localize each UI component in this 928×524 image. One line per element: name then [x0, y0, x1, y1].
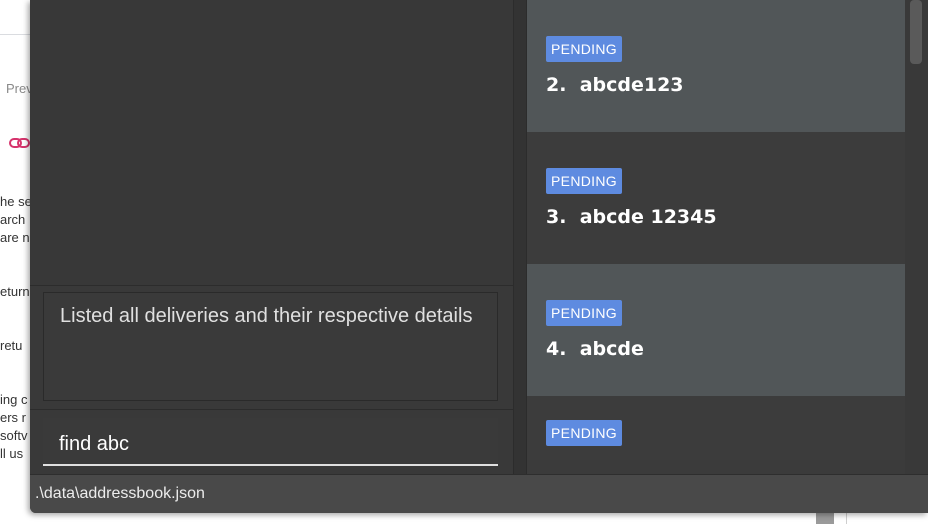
status-badge: PENDING	[546, 168, 622, 194]
scrollbar-fragment	[816, 512, 834, 524]
status-badge: PENDING	[546, 36, 622, 62]
page-text-fragment: he se	[0, 194, 32, 209]
scrollbar-thumb[interactable]	[910, 0, 922, 64]
page-text-fragment: softv	[0, 428, 28, 443]
status-badge: PENDING	[546, 300, 622, 326]
link-icon[interactable]	[9, 134, 31, 152]
main-panel	[30, 0, 513, 286]
result-display: Listed all deliveries and their respecti…	[43, 292, 498, 401]
command-input[interactable]	[43, 418, 498, 466]
status-badge: PENDING	[546, 420, 622, 446]
scrollbar[interactable]	[905, 0, 928, 474]
delivery-index: 2.	[546, 74, 567, 96]
divider	[30, 409, 513, 410]
delivery-list: PENDING 2. abcde123 PENDING 3. abcde 123…	[527, 0, 905, 460]
delivery-title: 3. abcde 12345	[546, 206, 717, 228]
list-item-delivery[interactable]: PENDING	[527, 396, 905, 460]
preview-tab-fragment[interactable]: Prev	[6, 81, 33, 96]
delivery-title: 2. abcde123	[546, 74, 684, 96]
app-window: Listed all deliveries and their respecti…	[30, 0, 928, 513]
result-message: Listed all deliveries and their respecti…	[60, 305, 473, 327]
list-item-delivery[interactable]: PENDING 2. abcde123	[527, 0, 905, 132]
split-pane-divider[interactable]	[513, 0, 527, 474]
page-text-fragment: ll us	[0, 446, 24, 461]
list-item-delivery[interactable]: PENDING 4. abcde	[527, 264, 905, 396]
page-text-fragment: arch	[0, 212, 26, 227]
delivery-index: 4.	[546, 338, 567, 360]
page-text-fragment: retu	[0, 338, 23, 353]
page-text-fragment: are n	[0, 230, 30, 245]
status-bar: .\data\addressbook.json	[30, 474, 928, 513]
delivery-title: 4. abcde	[546, 338, 644, 360]
delivery-name: abcde123	[579, 74, 684, 96]
delivery-name: abcde	[579, 338, 644, 360]
left-pane: Listed all deliveries and their respecti…	[30, 0, 513, 474]
divider	[846, 512, 847, 524]
delivery-name: abcde 12345	[579, 206, 717, 228]
page-text-fragment: ing c	[0, 392, 28, 407]
page-text-fragment: eturn	[0, 284, 30, 299]
page-text-fragment: ers r	[0, 410, 26, 425]
delivery-index: 3.	[546, 206, 567, 228]
save-file-path: .\data\addressbook.json	[35, 485, 205, 502]
list-item-delivery[interactable]: PENDING 3. abcde 12345	[527, 132, 905, 264]
